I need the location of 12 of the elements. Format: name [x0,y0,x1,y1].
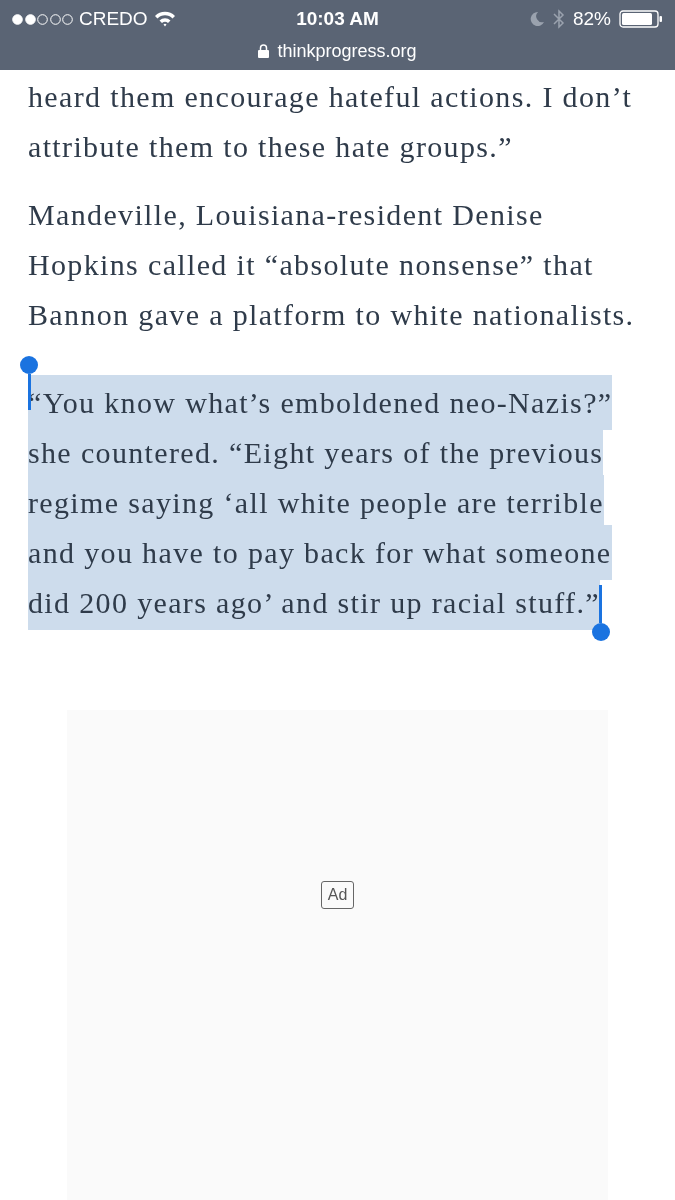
battery-percent: 82% [572,6,611,31]
article-paragraph: heard them encourage hateful actions. I don’t attribute them to these hate groups.” [28,79,634,165]
lock-icon [258,44,270,58]
wifi-icon [153,11,176,27]
bluetooth-icon [552,9,565,29]
ad-placeholder[interactable]: Ad [67,710,608,1200]
ad-label: Ad [320,881,355,909]
clock-time: 10:03 AM [295,6,380,31]
article-paragraph: Mandeville, Louisiana-resident Denise Hopkins called it “absolute nonsense” that Bannon gave a platform to white nationalists. [28,197,636,333]
battery-icon [619,10,663,28]
carrier-name: CREDO [79,6,148,31]
url-text[interactable]: thinkprogress.org [277,37,417,65]
